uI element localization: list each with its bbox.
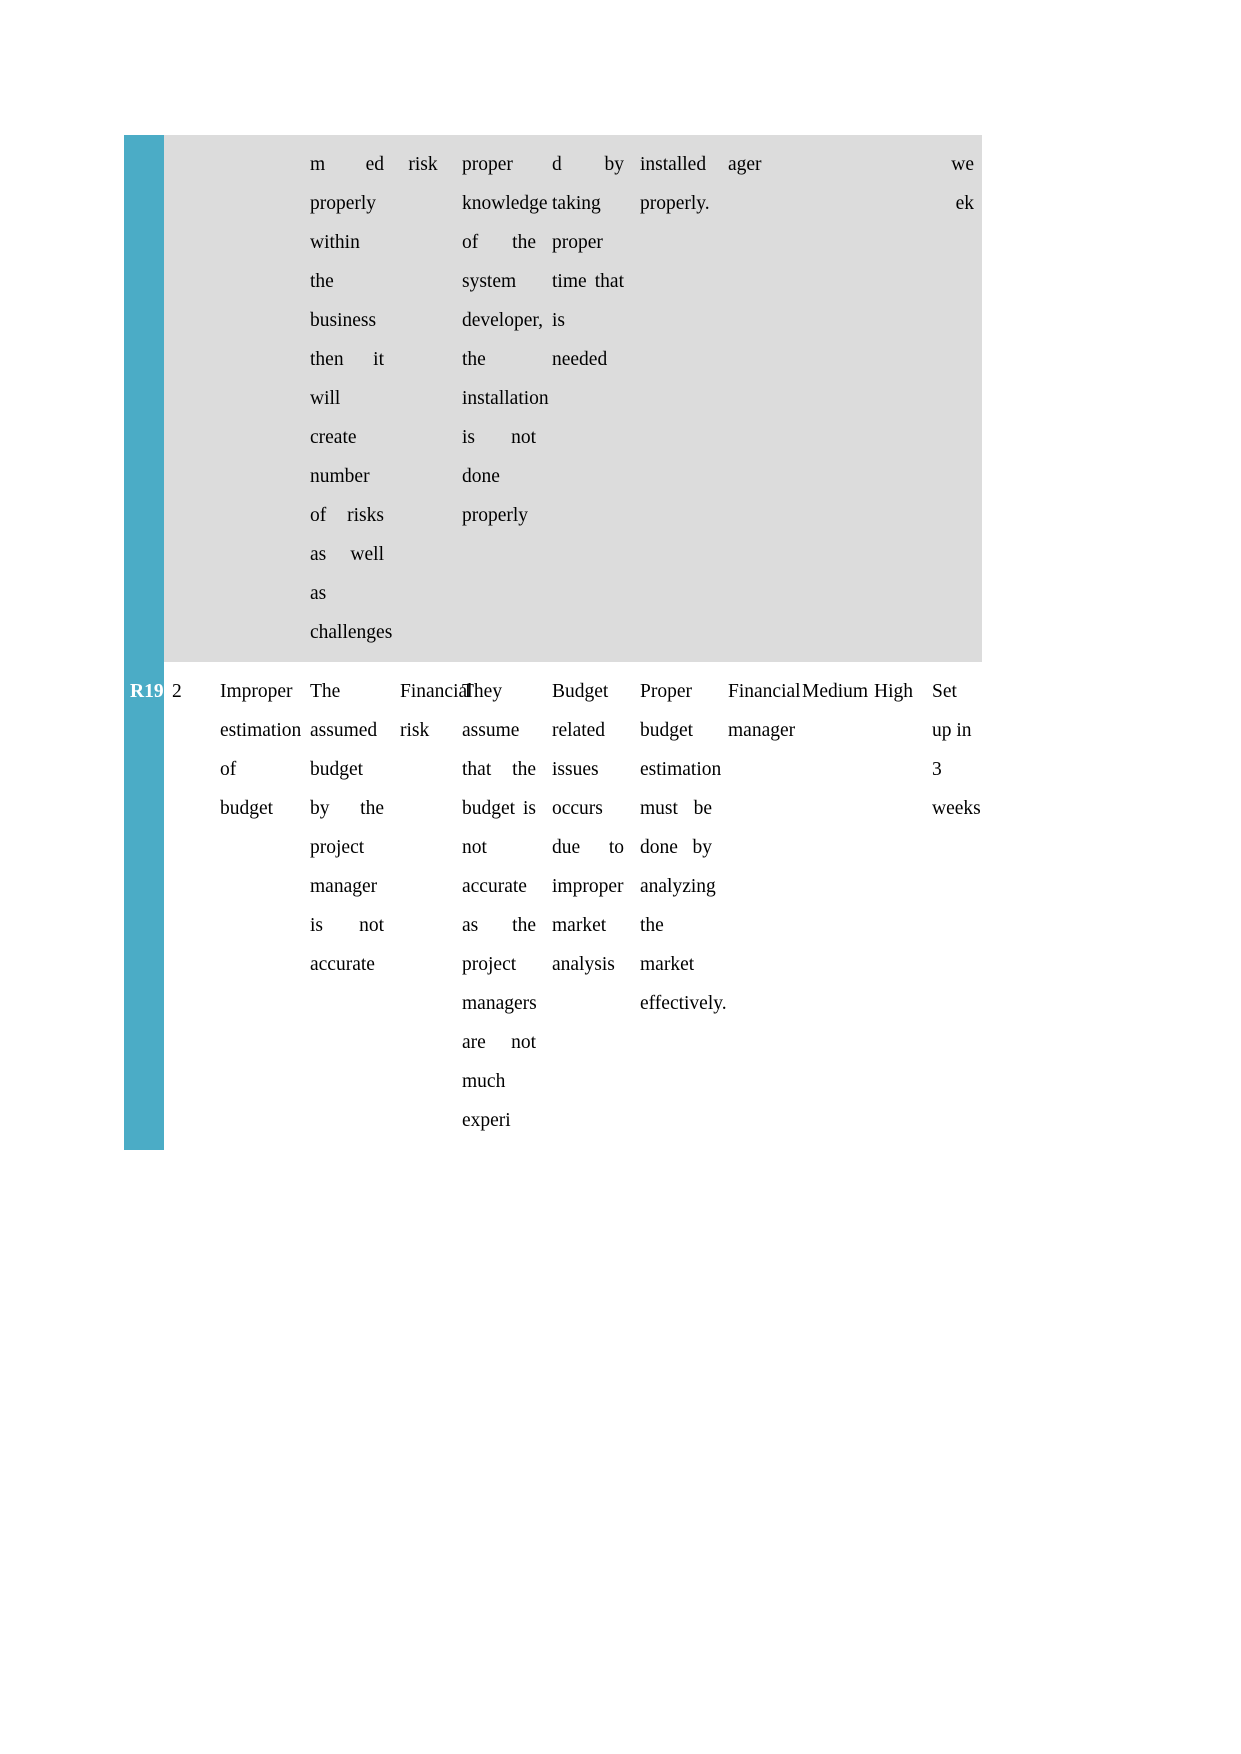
- cell-risk-id: [124, 135, 164, 662]
- cell-risk-severity: High: [866, 662, 924, 1150]
- cell-risk-timeline: Set up in 3 weeks: [924, 662, 982, 1150]
- cell-risk-type: Financial risk: [392, 662, 473, 1150]
- cell-risk-id: R19: [124, 662, 164, 1150]
- cell-risk-probability: [794, 135, 866, 662]
- cell-risk-name: [212, 135, 302, 662]
- cell-risk-cause: m ed properly within the business then i…: [302, 135, 392, 662]
- cell-risk-type: risk: [392, 135, 454, 662]
- cell-risk-impact: d by taking proper time that is needed: [544, 135, 632, 662]
- cell-risk-description: proper knowledge of the system developer…: [454, 135, 549, 662]
- cell-risk-severity: [866, 135, 924, 662]
- cell-risk-timeline: we ek: [924, 135, 982, 662]
- cell-risk-owner: ager: [720, 135, 794, 662]
- document-page: m ed properly within the business then i…: [0, 0, 1241, 1754]
- cell-risk-name: Improper estimation of budget: [212, 662, 302, 1150]
- risk-register-table: m ed properly within the business then i…: [124, 135, 982, 1150]
- cell-risk-owner: Financial manager: [720, 662, 801, 1150]
- cell-risk-response: Proper budget estimation must be done by…: [632, 662, 727, 1150]
- cell-risk-description: They assume that the budget is not accur…: [454, 662, 544, 1150]
- cell-risk-impact: Budget related issues occurs due to impr…: [544, 662, 632, 1150]
- cell-risk-cause: The assumed budget by the project manage…: [302, 662, 392, 1150]
- cell-risk-no: [164, 135, 212, 662]
- cell-risk-no: 2: [164, 662, 212, 1150]
- cell-risk-response: installed properly.: [632, 135, 720, 662]
- table-row: R19 2 Improper estimation of budget The …: [124, 662, 982, 1150]
- table-row: m ed properly within the business then i…: [124, 135, 982, 662]
- cell-risk-probability: Medium: [794, 662, 868, 1150]
